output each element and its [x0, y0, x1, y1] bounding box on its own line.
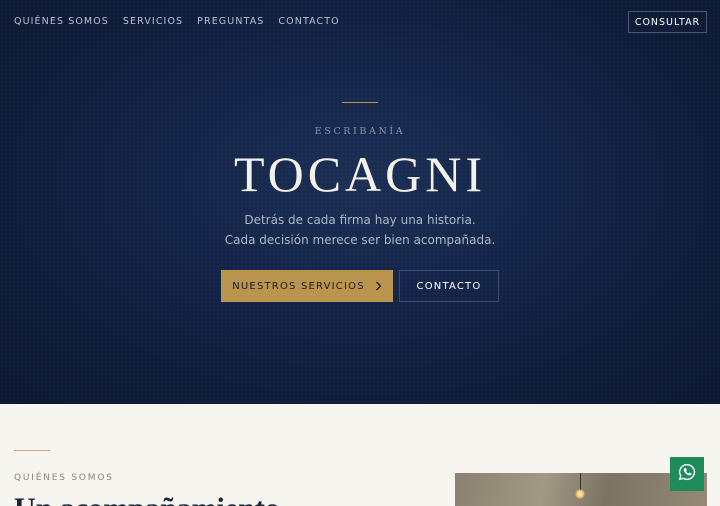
page-title: TOCAGNI	[233, 146, 487, 202]
tagline-line-2: Cada decisión merece ser bien acompañada…	[224, 232, 496, 247]
whatsapp-button[interactable]	[670, 457, 704, 491]
nav-link-preguntas[interactable]: PREGUNTAS	[197, 16, 264, 28]
contact-button[interactable]: CONTACTO	[399, 270, 499, 302]
chevron-right-icon	[375, 281, 382, 292]
hero-eyebrow: ESCRIBANÍA	[314, 126, 406, 137]
services-button-label: NUESTROS SERVICIOS	[232, 280, 365, 292]
services-button[interactable]: NUESTROS SERVICIOS	[221, 270, 393, 302]
hero-section: QUIÉNES SOMOS SERVICIOS PREGUNTAS CONTAC…	[0, 0, 720, 404]
consult-button[interactable]: CONSULTAR	[628, 11, 707, 33]
hero-tagline: Detrás de cada firma hay una historia. C…	[0, 211, 720, 250]
tagline-line-1: Detrás de cada firma hay una historia.	[244, 213, 476, 227]
about-eyebrow: QUIÉNES SOMOS	[14, 473, 114, 483]
nav-link-servicios[interactable]: SERVICIOS	[123, 16, 183, 28]
lamp-light	[575, 489, 585, 499]
about-divider	[14, 450, 50, 451]
main-nav: QUIÉNES SOMOS SERVICIOS PREGUNTAS CONTAC…	[14, 16, 340, 28]
lamp-cord	[580, 473, 581, 490]
gold-divider	[342, 102, 378, 103]
whatsapp-icon	[678, 463, 696, 486]
nav-link-contacto[interactable]: CONTACTO	[278, 16, 339, 28]
about-heading: Un acompañamiento	[14, 492, 280, 506]
nav-link-quienes-somos[interactable]: QUIÉNES SOMOS	[14, 16, 109, 28]
